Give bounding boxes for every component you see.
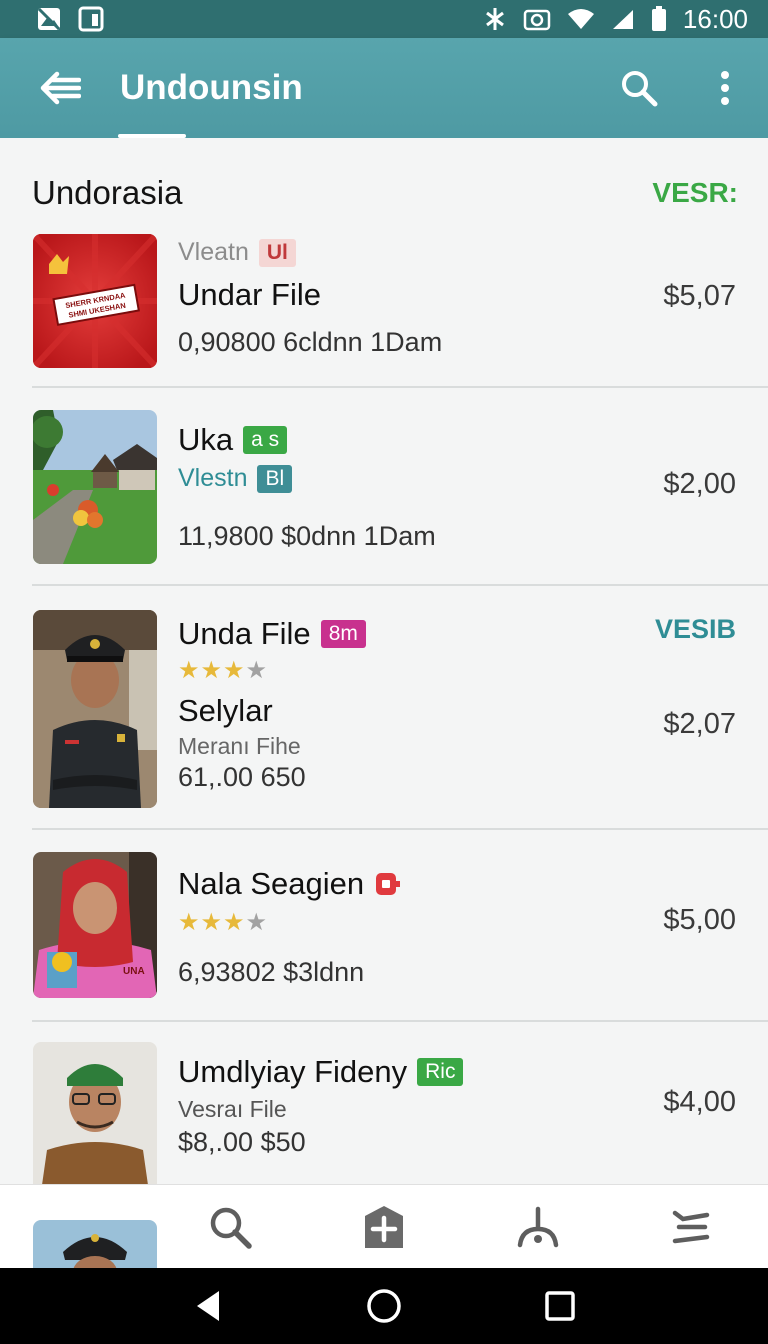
item-meta: 61,.00 650 xyxy=(178,762,306,792)
item-tag[interactable]: VESIB xyxy=(655,614,736,645)
bluetooth-icon xyxy=(483,6,507,32)
search-icon xyxy=(622,71,658,107)
star-icon: ★ xyxy=(245,657,269,684)
star-icon: ★ xyxy=(178,909,201,936)
star-icon: ★ xyxy=(245,909,269,936)
camera-icon xyxy=(523,7,551,31)
app-bar: Undounsin xyxy=(0,38,768,138)
item-badge: Ul xyxy=(258,238,296,267)
app-title: Undounsin xyxy=(120,68,303,107)
item-meta: 11,9800 $0dnn 1Dam xyxy=(178,521,436,551)
item-thumbnail: SHERR KRNDAA SHMI UKESHAN xyxy=(33,234,157,368)
person-icon xyxy=(517,1206,558,1247)
search-icon xyxy=(211,1207,253,1249)
divider xyxy=(32,828,768,830)
back-button[interactable] xyxy=(0,38,120,138)
item-badge: 8m xyxy=(320,620,366,648)
item-title: Undar File xyxy=(178,277,321,312)
list-item[interactable]: UNA Nala Seagien ★★★★ 6,93802 $3ldnn $5,… xyxy=(0,852,768,1022)
home-circle-icon xyxy=(367,1289,401,1323)
item-price: $2,00 xyxy=(663,468,736,500)
status-bar: 16:00 xyxy=(0,0,768,38)
item-overline: Vlestn xyxy=(178,464,248,492)
item-texts: Unda File 8m ★★★★ Selylar Meranı Fihe 61… xyxy=(178,616,366,793)
signal-icon xyxy=(611,8,635,30)
item-meta: 6,93802 $3ldnn xyxy=(178,957,365,987)
item-title: Umdlyiay Fideny xyxy=(178,1054,408,1089)
wifi-icon xyxy=(567,8,595,30)
back-arrow-icon xyxy=(40,71,81,105)
item-thumbnail xyxy=(33,1042,157,1184)
star-icon: ★ xyxy=(223,657,246,684)
item-meta: 0,90800 6cldnn 1Dam xyxy=(178,327,443,357)
star-icon: ★ xyxy=(178,657,201,684)
system-back-button[interactable] xyxy=(168,1268,248,1344)
list-item[interactable]: SHERR KRNDAA SHMI UKESHAN Vleatn Ul Unda… xyxy=(0,234,768,386)
back-triangle-icon xyxy=(197,1291,219,1321)
content-list[interactable]: Undorasia VESR: SHERR KRNDAA SHMI UKESHA… xyxy=(0,138,768,1184)
system-recents-button[interactable] xyxy=(520,1268,600,1344)
divider xyxy=(32,584,768,586)
item-badge: Bl xyxy=(257,464,293,493)
item-thumbnail xyxy=(33,610,157,808)
item-badge: Ric xyxy=(417,1058,464,1086)
sim-icon xyxy=(78,6,104,32)
item-title: Unda File xyxy=(178,616,311,651)
item-price: $5,07 xyxy=(663,280,736,312)
star-icon: ★ xyxy=(200,909,224,936)
more-button[interactable] xyxy=(682,38,768,138)
item-texts: Umdlyiay Fideny Ric Vesraı File $8,.00 $… xyxy=(178,1054,464,1158)
nav-search[interactable] xyxy=(175,1185,285,1269)
item-texts: Uka a s Vlestn Bl 11,9800 $0dnn 1Dam xyxy=(178,422,436,552)
item-thumbnail xyxy=(33,410,157,564)
add-icon xyxy=(364,1205,403,1248)
item-price: $4,00 xyxy=(663,1086,736,1118)
item-sub: Meranı Fihe xyxy=(178,733,301,759)
item-thumbnail: UNA xyxy=(33,852,157,998)
rating-stars: ★★★★ xyxy=(178,908,402,937)
list-item[interactable]: Uka a s Vlestn Bl 11,9800 $0dnn 1Dam $2,… xyxy=(0,410,768,586)
section-header: Undorasia VESR: xyxy=(32,174,738,212)
item-meta: $8,.00 $50 xyxy=(178,1127,306,1157)
system-navigation xyxy=(0,1268,768,1344)
star-icon: ★ xyxy=(223,909,246,936)
divider xyxy=(32,386,768,388)
image-icon xyxy=(36,6,62,32)
item-texts: Vleatn Ul Undar File 0,90800 6cldnn 1Dam xyxy=(178,238,442,358)
item-badge: a s xyxy=(243,426,288,454)
item-title: Uka xyxy=(178,422,234,457)
item-sub: Vesraı File xyxy=(178,1096,287,1122)
search-button[interactable] xyxy=(596,38,682,138)
item-texts: Nala Seagien ★★★★ 6,93802 $3ldnn xyxy=(178,866,402,988)
system-home-button[interactable] xyxy=(344,1268,424,1344)
list-item[interactable]: Unda File 8m ★★★★ Selylar Meranı Fihe 61… xyxy=(0,610,768,828)
item-price: $5,00 xyxy=(663,904,736,936)
nav-person[interactable] xyxy=(483,1185,593,1269)
item-title: Nala Seagien xyxy=(178,866,365,901)
item-price: $2,07 xyxy=(663,708,736,740)
section-action-link[interactable]: VESR: xyxy=(652,177,738,209)
record-icon xyxy=(374,871,402,897)
rating-stars: ★★★★ xyxy=(178,656,366,685)
section-title: Undorasia xyxy=(32,174,183,211)
divider xyxy=(32,1020,768,1022)
recents-square-icon xyxy=(545,1291,575,1321)
nav-add[interactable] xyxy=(329,1185,439,1269)
item-overline: Vleatn xyxy=(178,238,249,266)
nav-menu[interactable] xyxy=(636,1185,746,1269)
item-subtitle: Selylar xyxy=(178,693,273,728)
status-time: 16:00 xyxy=(682,3,748,34)
more-vert-icon xyxy=(721,71,729,105)
list-item[interactable]: Umdlyiay Fideny Ric Vesraı File $8,.00 $… xyxy=(0,1042,768,1184)
battery-icon xyxy=(651,6,667,32)
menu-icon xyxy=(672,1210,710,1243)
profile-avatar[interactable] xyxy=(33,1220,157,1268)
star-icon: ★ xyxy=(200,657,224,684)
svg-text:UNA: UNA xyxy=(123,966,145,977)
